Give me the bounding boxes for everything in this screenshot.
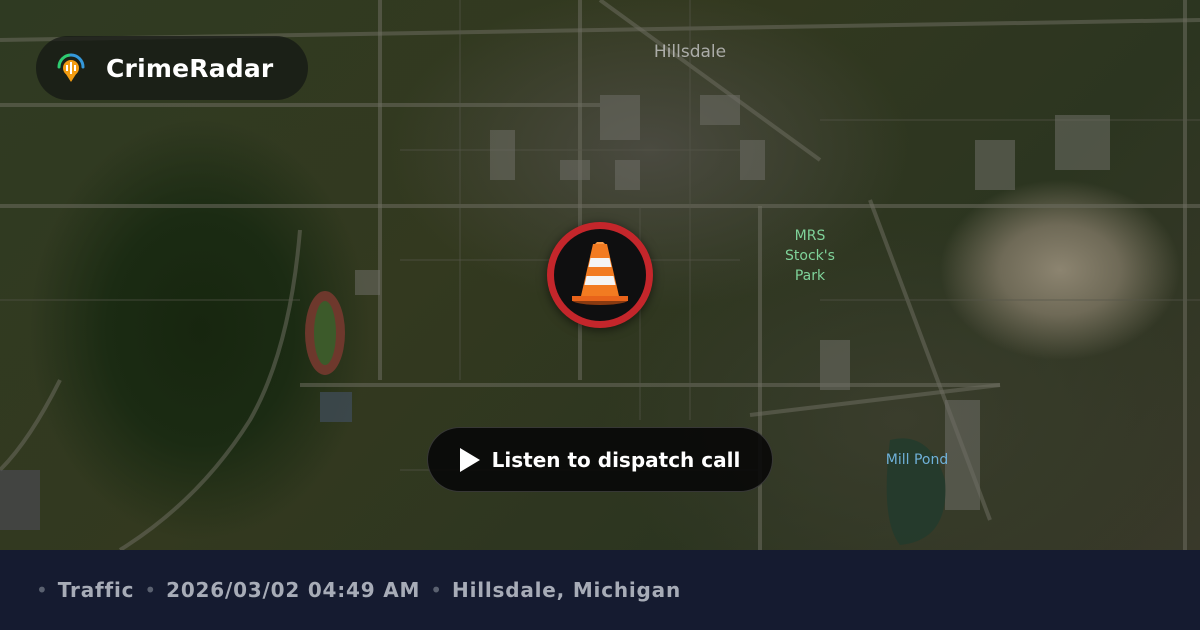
brand-badge[interactable]: CrimeRadar — [36, 36, 308, 100]
separator-dot: • — [144, 578, 157, 602]
separator-dot: • — [36, 578, 48, 602]
incident-category: Traffic — [57, 578, 135, 602]
listen-dispatch-label: Listen to dispatch call — [491, 447, 741, 472]
incident-location: Hillsdale, Michigan — [452, 578, 681, 602]
listen-dispatch-button[interactable]: Listen to dispatch call — [427, 427, 773, 492]
separator-dot: • — [430, 578, 443, 602]
map-label-town: Hillsdale — [653, 42, 727, 62]
incident-footer: • Traffic • 2026/03/02 04:49 AM • Hillsd… — [0, 550, 1200, 630]
traffic-cone-icon — [572, 242, 628, 305]
play-icon — [459, 447, 480, 472]
incident-marker[interactable] — [547, 222, 653, 328]
map-label-pond: Mill Pond — [885, 452, 949, 468]
incident-datetime: 2026/03/02 04:49 AM — [166, 578, 421, 602]
brand-name: CrimeRadar — [106, 53, 274, 83]
radar-pin-logo-icon — [54, 51, 88, 85]
map-label-park: MRS Stock's Park — [785, 228, 835, 284]
